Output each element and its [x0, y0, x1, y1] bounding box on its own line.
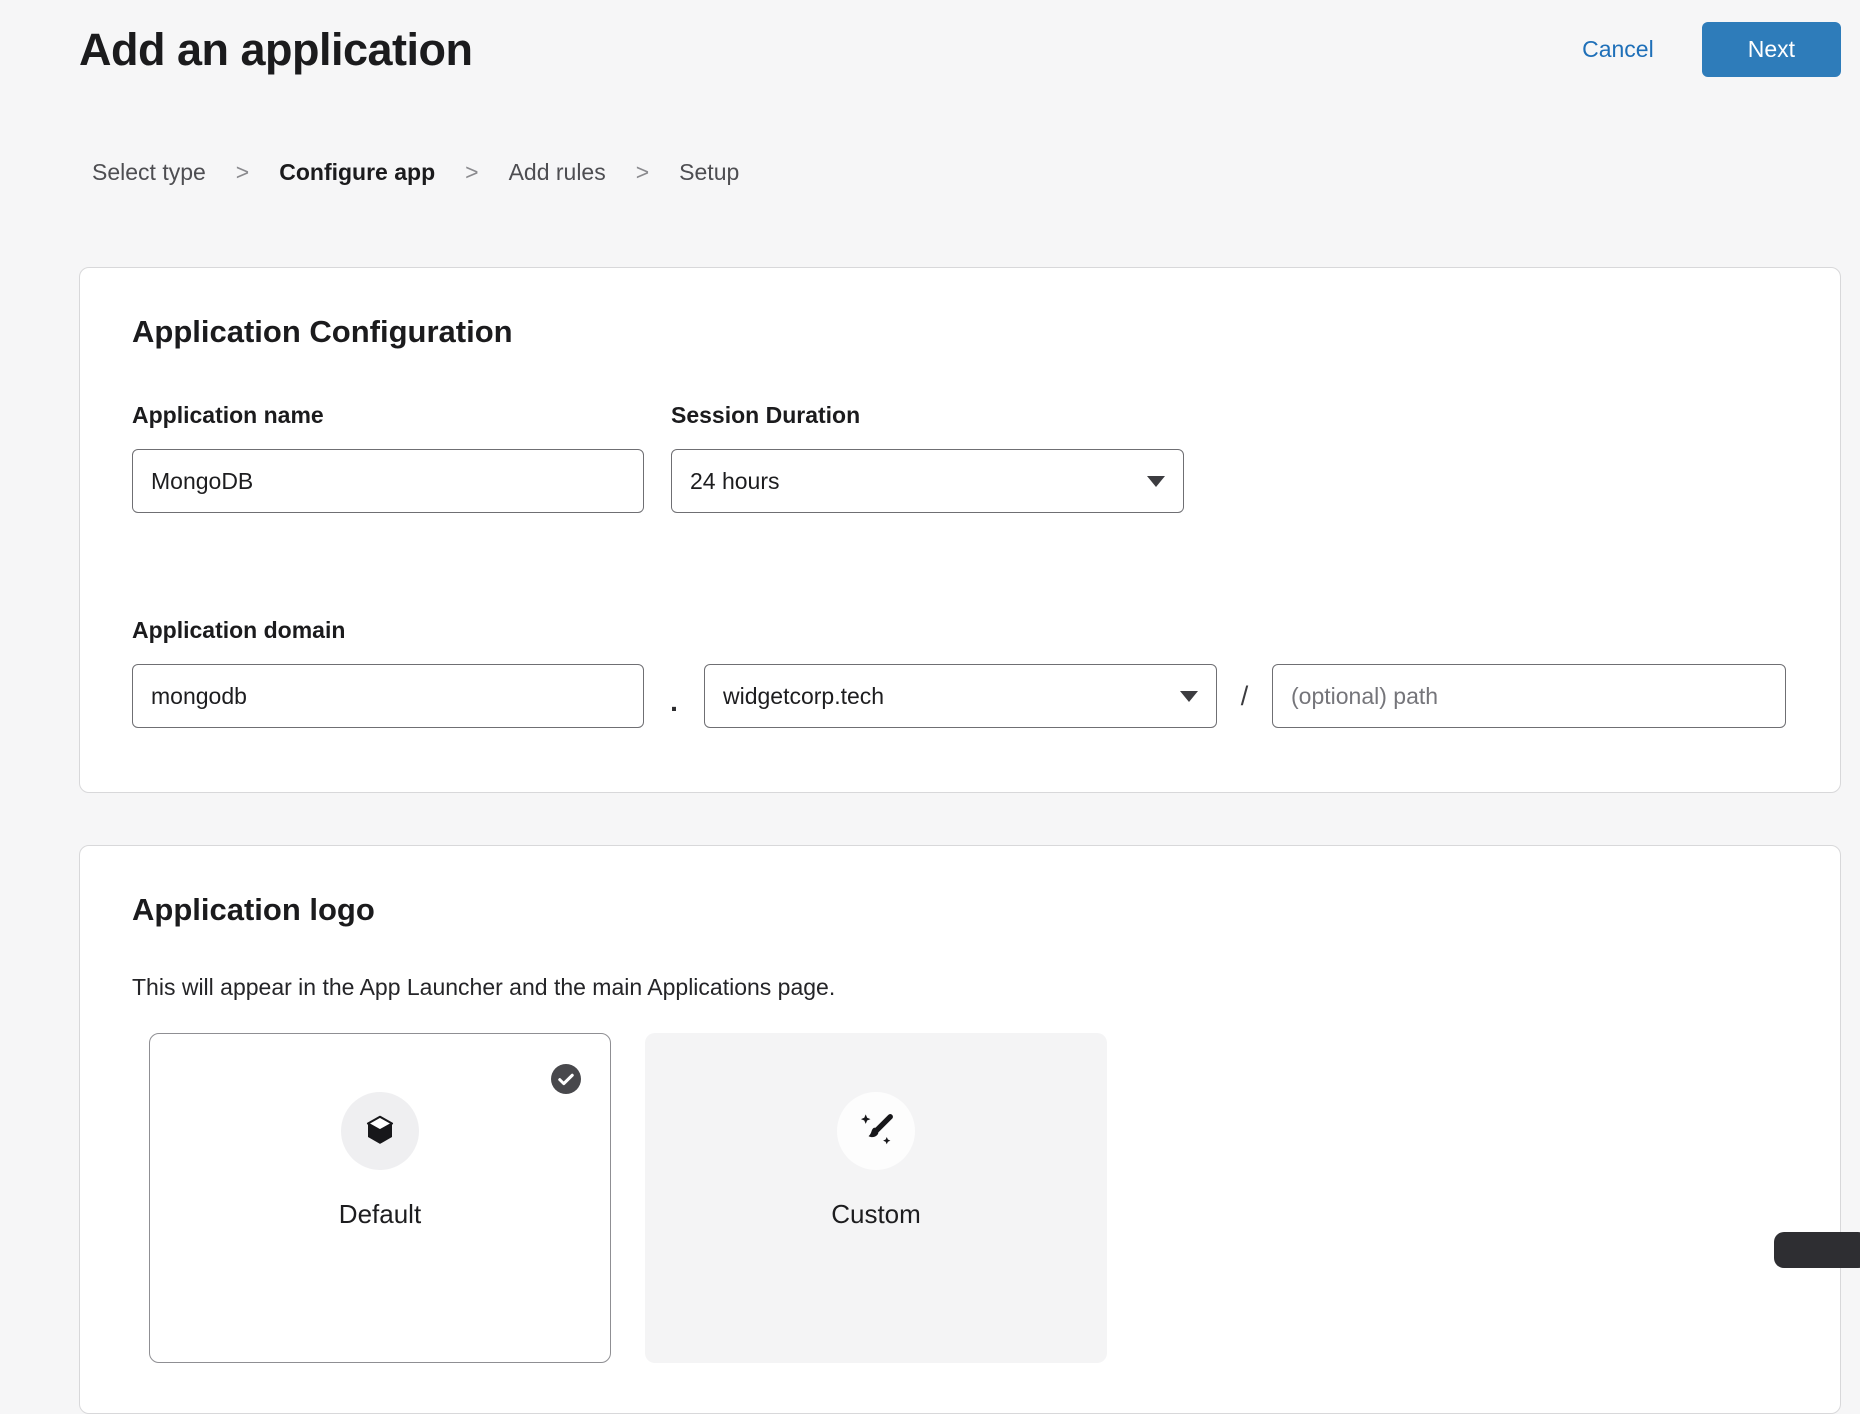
logo-options: Default Custom [149, 1033, 1788, 1363]
application-logo-card: Application logo This will appear in the… [79, 845, 1841, 1414]
step-add-rules[interactable]: Add rules [509, 159, 606, 186]
cube-icon [362, 1113, 398, 1149]
custom-logo-circle [837, 1092, 915, 1170]
application-name-label: Application name [132, 402, 644, 429]
session-duration-select[interactable]: 24 hours [671, 449, 1184, 513]
check-circle-icon [551, 1064, 581, 1094]
step-configure-app[interactable]: Configure app [279, 159, 435, 186]
application-logo-description: This will appear in the App Launcher and… [132, 974, 1788, 1001]
default-logo-circle [341, 1092, 419, 1170]
application-domain-row: . widgetcorp.tech / [132, 664, 1788, 728]
domain-dot-separator: . [644, 686, 704, 728]
application-configuration-card: Application Configuration Application na… [79, 267, 1841, 793]
logo-option-default[interactable]: Default [149, 1033, 611, 1363]
step-separator: > [636, 159, 649, 186]
application-domain-field: Application domain . widgetcorp.tech / [132, 617, 1788, 728]
application-domain-label: Application domain [132, 617, 1788, 644]
session-duration-field: Session Duration 24 hours [671, 402, 1184, 513]
step-separator: > [465, 159, 478, 186]
paintbrush-sparkle-icon [857, 1112, 895, 1150]
help-widget[interactable] [1774, 1232, 1860, 1268]
chevron-down-icon [1147, 476, 1165, 487]
domain-select-value: widgetcorp.tech [723, 683, 884, 710]
page-title: Add an application [79, 24, 473, 76]
application-name-field: Application name [132, 402, 644, 513]
next-button[interactable]: Next [1702, 22, 1841, 77]
add-application-page: Add an application Cancel Next Select ty… [0, 0, 1860, 1414]
cancel-button[interactable]: Cancel [1582, 36, 1654, 63]
logo-option-label: Custom [831, 1199, 921, 1230]
session-duration-value: 24 hours [690, 468, 780, 495]
session-duration-label: Session Duration [671, 402, 1184, 429]
application-logo-heading: Application logo [132, 892, 1788, 928]
chevron-down-icon [1180, 691, 1198, 702]
application-name-input[interactable] [132, 449, 644, 513]
header: Add an application Cancel Next [0, 0, 1860, 77]
subdomain-input[interactable] [132, 664, 644, 728]
header-actions: Cancel Next [1582, 22, 1841, 77]
path-slash-separator: / [1217, 681, 1272, 712]
step-setup[interactable]: Setup [679, 159, 739, 186]
logo-option-label: Default [339, 1199, 421, 1230]
name-duration-row: Application name Session Duration 24 hou… [132, 402, 1788, 513]
domain-select[interactable]: widgetcorp.tech [704, 664, 1217, 728]
logo-option-custom[interactable]: Custom [645, 1033, 1107, 1363]
step-separator: > [236, 159, 249, 186]
step-select-type[interactable]: Select type [92, 159, 206, 186]
application-configuration-heading: Application Configuration [132, 314, 1788, 350]
wizard-steps: Select type > Configure app > Add rules … [92, 159, 1841, 186]
path-input[interactable] [1272, 664, 1786, 728]
